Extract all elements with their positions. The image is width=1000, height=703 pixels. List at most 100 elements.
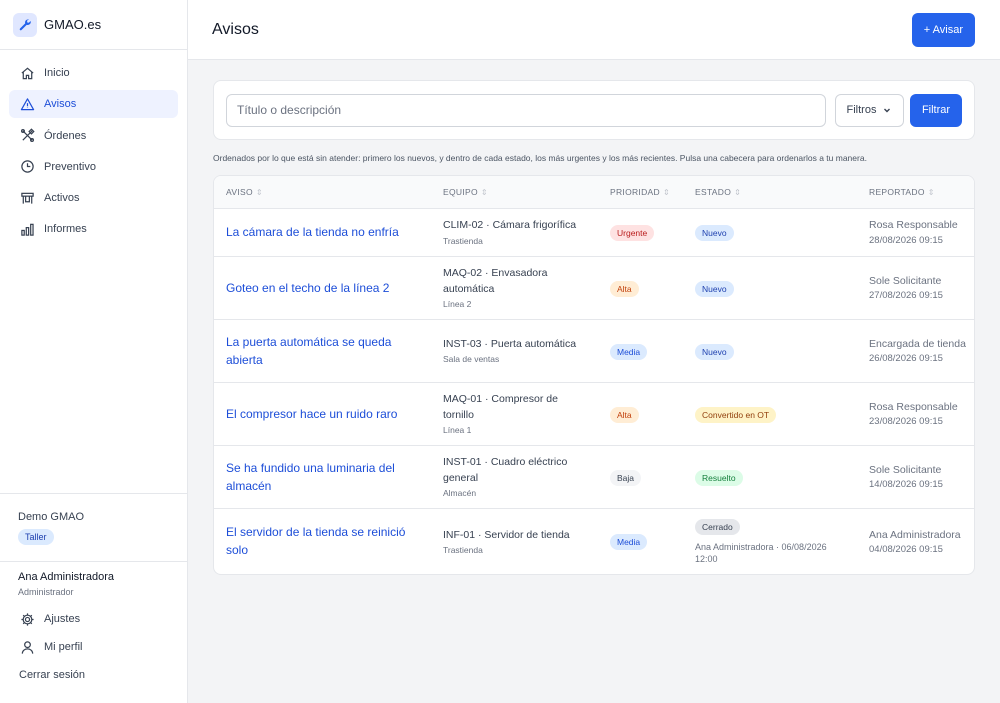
sidebar-item-label: Informes <box>44 223 87 236</box>
new-aviso-button[interactable]: + Avisar <box>911 12 975 47</box>
search-input[interactable] <box>226 93 826 127</box>
avisos-table: AVISO ⇕ EQUIPO ⇕ PRIORIDAD ⇕ ESTADO ⇕ REPORT… <box>213 175 975 575</box>
aviso-link[interactable]: La puerta automática se queda abierta <box>226 333 431 369</box>
sidebar-item-activos[interactable]: Activos <box>9 184 178 212</box>
cell-aviso: El compresor hace un ruido raro <box>214 382 431 446</box>
table-row: La puerta automática se queda abierta IN… <box>214 319 974 383</box>
user-role: Administrador <box>18 587 74 597</box>
organization-name: Demo GMAO <box>18 511 85 523</box>
cell-equipo: CLIM-02 · Cámara frigorífica Trastienda <box>431 208 598 257</box>
sort-icon: ⇕ <box>255 187 263 197</box>
tools-icon <box>19 128 35 144</box>
sort-icon: ⇕ <box>662 187 670 197</box>
column-header-estado[interactable]: ESTADO ⇕ <box>683 176 857 208</box>
status-badge: Nuevo <box>695 225 734 241</box>
settings-link[interactable]: Ajustes <box>9 605 178 633</box>
column-header-prioridad[interactable]: PRIORIDAD ⇕ <box>598 176 683 208</box>
reported-date: 26/08/2026 09:15 <box>869 353 943 365</box>
reported-date: 27/08/2026 09:15 <box>869 290 943 302</box>
sidebar-item-avisos[interactable]: Avisos <box>9 90 178 119</box>
sidebar-footer: Demo GMAO Taller Ana Administradora Admi… <box>0 493 187 703</box>
cell-estado: Resuelto <box>683 445 857 509</box>
sort-icon: ⇕ <box>734 187 742 197</box>
sidebar-item-label: Activos <box>44 192 80 205</box>
cell-aviso: La puerta automática se queda abierta <box>214 319 431 383</box>
aviso-link[interactable]: Se ha fundido una luminaria del almacén <box>226 459 431 495</box>
equipo-location: Trastienda <box>443 235 483 246</box>
aviso-link[interactable]: Goteo en el techo de la línea 2 <box>226 279 431 297</box>
status-badge: Cerrado <box>695 518 740 535</box>
sidebar-item-ordenes[interactable]: Órdenes <box>9 122 178 150</box>
settings-label: Ajustes <box>44 613 81 625</box>
aviso-link[interactable]: La cámara de la tienda no enfría <box>226 223 431 241</box>
reported-by: Rosa Responsable <box>869 219 958 232</box>
priority-badge: Alta <box>610 280 639 297</box>
home-icon <box>19 65 35 81</box>
sort-icon: ⇕ <box>927 187 935 197</box>
table-header-row: AVISO ⇕ EQUIPO ⇕ PRIORIDAD ⇕ ESTADO ⇕ REPORT… <box>214 176 974 208</box>
user-name: Ana Administradora <box>18 571 114 583</box>
status-badge: Nuevo <box>695 280 734 297</box>
main-content: Filtros Filtrar Ordenados por lo que est… <box>213 80 975 575</box>
cell-aviso: Goteo en el techo de la línea 2 <box>214 256 431 320</box>
bar-chart-icon <box>19 221 35 237</box>
warning-icon <box>19 96 35 112</box>
table-row: La cámara de la tienda no enfría CLIM-02… <box>214 208 974 257</box>
status-badge: Convertido en OT <box>695 406 777 423</box>
reported-date: 14/08/2026 09:15 <box>869 479 943 491</box>
cell-estado: Nuevo <box>683 208 857 257</box>
filters-label: Filtros <box>846 104 877 116</box>
cell-reportado: Encargada de tienda 26/08/2026 09:15 <box>857 319 974 383</box>
priority-badge: Media <box>610 534 648 551</box>
column-header-aviso[interactable]: AVISO ⇕ <box>214 176 431 208</box>
aviso-link[interactable]: El servidor de la tienda se reinició sol… <box>226 523 431 559</box>
sidebar-item-informes[interactable]: Informes <box>9 215 178 243</box>
logout-link[interactable]: Cerrar sesión <box>9 661 178 689</box>
wrench-icon <box>13 12 37 37</box>
table-row: Goteo en el techo de la línea 2 MAQ-02 ·… <box>214 256 974 320</box>
status-badge: Resuelto <box>695 469 743 486</box>
cell-prioridad: Media <box>598 508 683 574</box>
cell-aviso: El servidor de la tienda se reinició sol… <box>214 508 431 574</box>
sort-icon: ⇕ <box>480 187 488 197</box>
user-block: Ana Administradora Administrador Ajustes… <box>0 561 187 703</box>
sidebar-item-label: Inicio <box>44 67 70 79</box>
cell-equipo: MAQ-02 · Envasadora automática Línea 2 <box>431 256 598 320</box>
reported-by: Ana Administradora <box>869 528 961 541</box>
page-title: Avisos <box>212 20 259 38</box>
equipo-name: MAQ-01 · Compresor de tornillo <box>443 393 558 421</box>
equipo-location: Sala de ventas <box>443 354 500 365</box>
page-header: Avisos + Avisar <box>188 0 1000 60</box>
column-header-reportado[interactable]: REPORTADO ⇕ <box>857 176 974 208</box>
estado-note: Ana Administradora · 06/08/2026 12:00 <box>695 541 827 565</box>
organization-badge: Taller <box>18 529 54 545</box>
sidebar-item-label: Preventivo <box>44 160 96 173</box>
sidebar-item-inicio[interactable]: Inicio <box>9 59 178 87</box>
cell-estado: Convertido en OT <box>683 382 857 446</box>
cell-equipo: INST-03 · Puerta automática Sala de vent… <box>431 319 598 383</box>
reported-by: Sole Solicitante <box>869 463 942 476</box>
cell-prioridad: Urgente <box>598 208 683 257</box>
filters-dropdown[interactable]: Filtros <box>835 93 904 127</box>
equipo-name: INF-01 · Servidor de tienda <box>443 528 570 541</box>
sidebar-item-preventivo[interactable]: Preventivo <box>9 153 178 181</box>
aviso-link[interactable]: El compresor hace un ruido raro <box>226 405 431 423</box>
app-name: GMAO.es <box>44 17 102 32</box>
profile-label: Mi perfil <box>44 641 83 653</box>
equipo-name: INST-01 · Cuadro eléctrico general <box>443 456 568 484</box>
profile-link[interactable]: Mi perfil <box>9 633 178 661</box>
priority-badge: Urgente <box>610 225 655 241</box>
column-header-equipo[interactable]: EQUIPO ⇕ <box>431 176 598 208</box>
user-icon <box>19 639 35 655</box>
cell-estado: Nuevo <box>683 256 857 320</box>
cell-equipo: INF-01 · Servidor de tienda Trastienda <box>431 508 598 574</box>
equipo-location: Línea 1 <box>443 425 472 435</box>
cell-estado: Cerrado Ana Administradora · 06/08/2026 1… <box>683 508 857 574</box>
sidebar-item-label: Avisos <box>44 98 77 111</box>
organization-block: Demo GMAO Taller <box>0 493 187 561</box>
reported-date: 28/08/2026 09:15 <box>869 234 943 246</box>
equipo-location: Trastienda <box>443 545 483 555</box>
filter-button[interactable]: Filtrar <box>910 93 962 127</box>
sort-hint: Ordenados por lo que está sin atender: p… <box>213 153 867 163</box>
brand[interactable]: GMAO.es <box>0 0 187 50</box>
